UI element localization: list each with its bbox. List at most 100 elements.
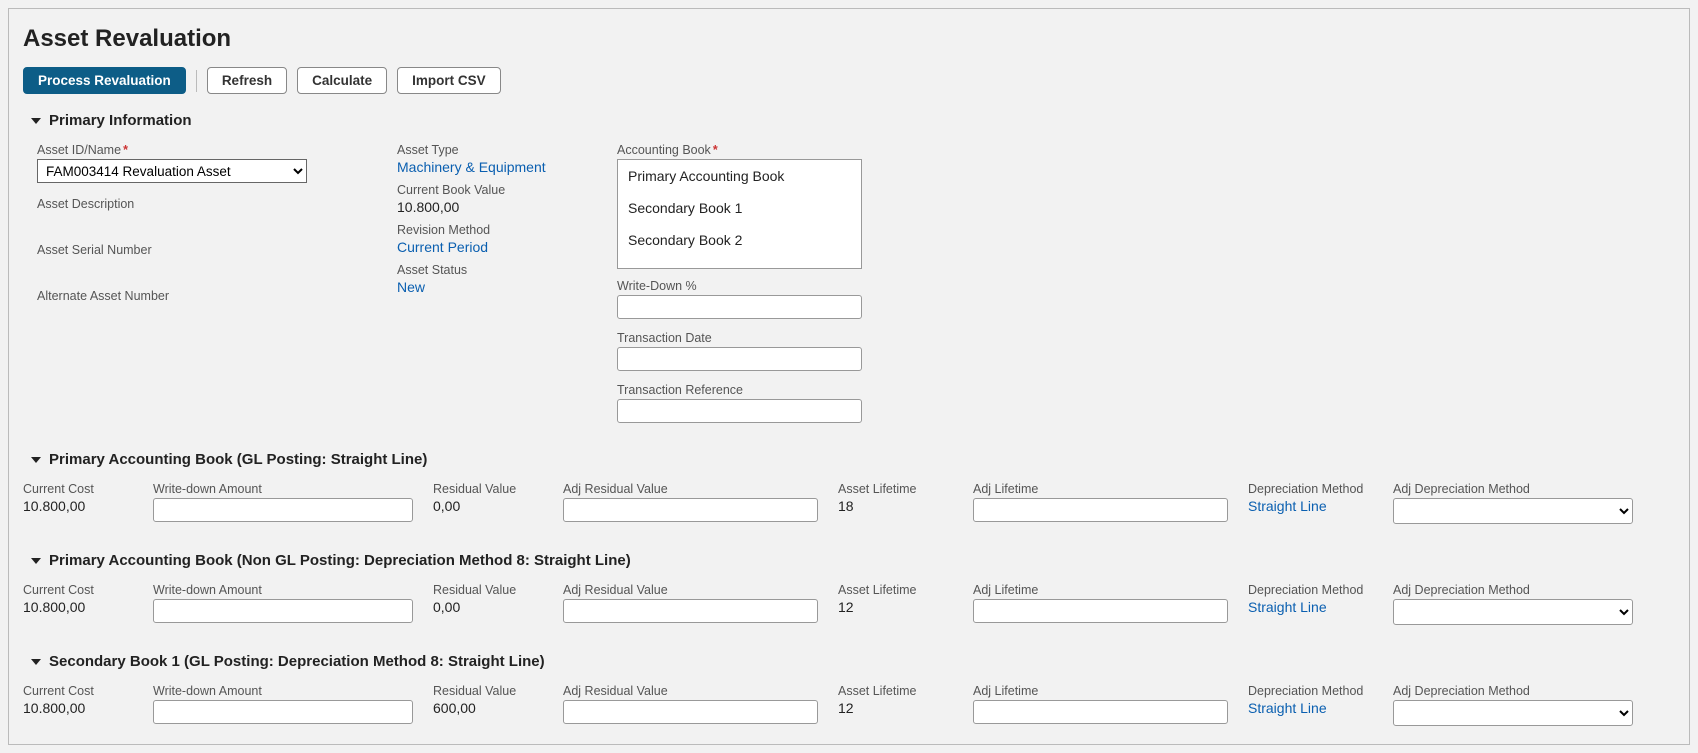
book-section-header[interactable]: Secondary Book 1 (GL Posting: Depreciati…: [31, 653, 1675, 670]
process-revaluation-button[interactable]: Process Revaluation: [23, 67, 186, 94]
depreciation-method-value[interactable]: Straight Line: [1248, 498, 1373, 514]
book-section-title: Primary Accounting Book (GL Posting: Str…: [49, 451, 427, 468]
asset-serial-label: Asset Serial Number: [37, 243, 337, 257]
write-down-amount-label: Write-down Amount: [153, 583, 413, 597]
asset-desc-label: Asset Description: [37, 197, 337, 211]
chevron-down-icon: [31, 457, 41, 463]
revision-method-label: Revision Method: [397, 223, 557, 237]
asset-lifetime-label: Asset Lifetime: [838, 482, 953, 496]
transaction-date-input[interactable]: [617, 347, 862, 371]
current-cost-value: 10.800,00: [23, 599, 133, 615]
adj-residual-value-input[interactable]: [563, 700, 818, 724]
page-container: Asset Revaluation Process Revaluation Re…: [8, 8, 1690, 745]
asset-lifetime-value: 12: [838, 700, 953, 716]
residual-value: 0,00: [433, 498, 543, 514]
page-title: Asset Revaluation: [23, 25, 1675, 53]
transaction-ref-label: Transaction Reference: [617, 383, 877, 397]
primary-col-2: Asset Type Machinery & Equipment Current…: [397, 137, 557, 423]
current-cost-label: Current Cost: [23, 684, 133, 698]
adj-lifetime-input[interactable]: [973, 700, 1228, 724]
refresh-button[interactable]: Refresh: [207, 67, 287, 94]
current-cost-label: Current Cost: [23, 482, 133, 496]
chevron-down-icon: [31, 118, 41, 124]
asset-id-label: Asset ID/Name*: [37, 143, 337, 157]
current-book-value: 10.800,00: [397, 199, 557, 215]
write-down-amount-label: Write-down Amount: [153, 684, 413, 698]
book-row: Current Cost 10.800,00 Write-down Amount…: [23, 577, 1675, 625]
asset-status-value[interactable]: New: [397, 279, 557, 295]
adj-depreciation-method-select[interactable]: [1393, 498, 1633, 524]
adj-lifetime-input[interactable]: [973, 599, 1228, 623]
book-section-title: Primary Accounting Book (Non GL Posting:…: [49, 552, 631, 569]
book-row: Current Cost 10.800,00 Write-down Amount…: [23, 476, 1675, 524]
accounting-book-label: Accounting Book*: [617, 143, 877, 157]
books-container: Primary Accounting Book (GL Posting: Str…: [9, 451, 1689, 726]
adj-residual-value-label: Adj Residual Value: [563, 684, 818, 698]
adj-lifetime-input[interactable]: [973, 498, 1228, 522]
adj-depreciation-method-select[interactable]: [1393, 700, 1633, 726]
adj-residual-value-input[interactable]: [563, 498, 818, 522]
write-down-amount-input[interactable]: [153, 599, 413, 623]
asset-id-select[interactable]: FAM003414 Revaluation Asset: [37, 159, 307, 183]
chevron-down-icon: [31, 558, 41, 564]
depreciation-method-value[interactable]: Straight Line: [1248, 700, 1373, 716]
accounting-book-option[interactable]: Primary Accounting Book: [618, 160, 861, 192]
primary-info-header[interactable]: Primary Information: [31, 112, 1675, 129]
book-section: Primary Accounting Book (GL Posting: Str…: [9, 451, 1689, 524]
residual-value-label: Residual Value: [433, 482, 543, 496]
adj-depreciation-method-label: Adj Depreciation Method: [1393, 482, 1633, 496]
write-down-pct-label: Write-Down %: [617, 279, 877, 293]
chevron-down-icon: [31, 659, 41, 665]
depreciation-method-label: Depreciation Method: [1248, 684, 1373, 698]
residual-value-label: Residual Value: [433, 684, 543, 698]
primary-info-body: Asset ID/Name* FAM003414 Revaluation Ass…: [23, 137, 1675, 423]
toolbar: Process Revaluation Refresh Calculate Im…: [23, 67, 1675, 94]
accounting-book-listbox[interactable]: Primary Accounting Book Secondary Book 1…: [617, 159, 862, 269]
header-area: Asset Revaluation Process Revaluation Re…: [9, 9, 1689, 423]
depreciation-method-label: Depreciation Method: [1248, 482, 1373, 496]
adj-depreciation-method-label: Adj Depreciation Method: [1393, 583, 1633, 597]
accounting-book-option[interactable]: Secondary Book 2: [618, 224, 861, 256]
primary-info-title: Primary Information: [49, 112, 192, 129]
toolbar-divider: [196, 70, 197, 92]
current-cost-value: 10.800,00: [23, 700, 133, 716]
book-section: Secondary Book 1 (GL Posting: Depreciati…: [9, 653, 1689, 726]
residual-value-label: Residual Value: [433, 583, 543, 597]
transaction-ref-input[interactable]: [617, 399, 862, 423]
asset-lifetime-value: 12: [838, 599, 953, 615]
book-section-title: Secondary Book 1 (GL Posting: Depreciati…: [49, 653, 545, 670]
write-down-amount-input[interactable]: [153, 700, 413, 724]
depreciation-method-label: Depreciation Method: [1248, 583, 1373, 597]
alternate-asset-label: Alternate Asset Number: [37, 289, 337, 303]
asset-type-label: Asset Type: [397, 143, 557, 157]
asset-type-value[interactable]: Machinery & Equipment: [397, 159, 557, 175]
adj-depreciation-method-label: Adj Depreciation Method: [1393, 684, 1633, 698]
residual-value: 0,00: [433, 599, 543, 615]
book-section: Primary Accounting Book (Non GL Posting:…: [9, 552, 1689, 625]
accounting-book-option[interactable]: Secondary Book 1: [618, 192, 861, 224]
asset-lifetime-label: Asset Lifetime: [838, 684, 953, 698]
write-down-pct-input[interactable]: [617, 295, 862, 319]
write-down-amount-label: Write-down Amount: [153, 482, 413, 496]
adj-residual-value-input[interactable]: [563, 599, 818, 623]
book-section-header[interactable]: Primary Accounting Book (Non GL Posting:…: [31, 552, 1675, 569]
write-down-amount-input[interactable]: [153, 498, 413, 522]
adj-residual-value-label: Adj Residual Value: [563, 482, 818, 496]
revision-method-value[interactable]: Current Period: [397, 239, 557, 255]
asset-lifetime-value: 18: [838, 498, 953, 514]
book-section-header[interactable]: Primary Accounting Book (GL Posting: Str…: [31, 451, 1675, 468]
import-csv-button[interactable]: Import CSV: [397, 67, 501, 94]
current-book-value-label: Current Book Value: [397, 183, 557, 197]
current-cost-value: 10.800,00: [23, 498, 133, 514]
current-cost-label: Current Cost: [23, 583, 133, 597]
adj-lifetime-label: Adj Lifetime: [973, 684, 1228, 698]
asset-lifetime-label: Asset Lifetime: [838, 583, 953, 597]
primary-col-3: Accounting Book* Primary Accounting Book…: [617, 137, 877, 423]
adj-depreciation-method-select[interactable]: [1393, 599, 1633, 625]
residual-value: 600,00: [433, 700, 543, 716]
primary-col-1: Asset ID/Name* FAM003414 Revaluation Ass…: [37, 137, 337, 423]
depreciation-method-value[interactable]: Straight Line: [1248, 599, 1373, 615]
book-row: Current Cost 10.800,00 Write-down Amount…: [23, 678, 1675, 726]
adj-lifetime-label: Adj Lifetime: [973, 482, 1228, 496]
calculate-button[interactable]: Calculate: [297, 67, 387, 94]
